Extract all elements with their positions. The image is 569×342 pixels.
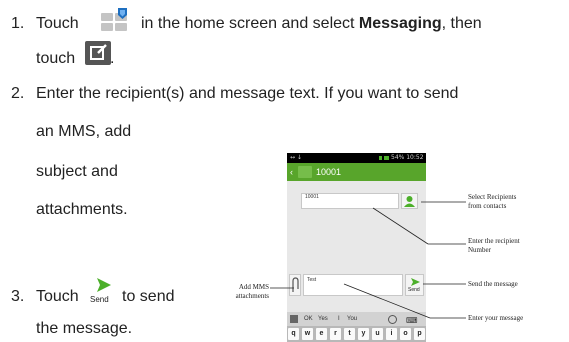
annotation-enter-number: Enter the recipient Number bbox=[468, 237, 520, 254]
annotation-send-message: Send the message bbox=[468, 280, 518, 288]
callout-lines bbox=[270, 201, 466, 319]
annotation-select-recipients: Select Recipients from contacts bbox=[468, 193, 517, 210]
annotation-enter-message: Enter your message bbox=[468, 314, 524, 322]
annotation-add-mms: Add MMS attachments bbox=[235, 283, 269, 300]
